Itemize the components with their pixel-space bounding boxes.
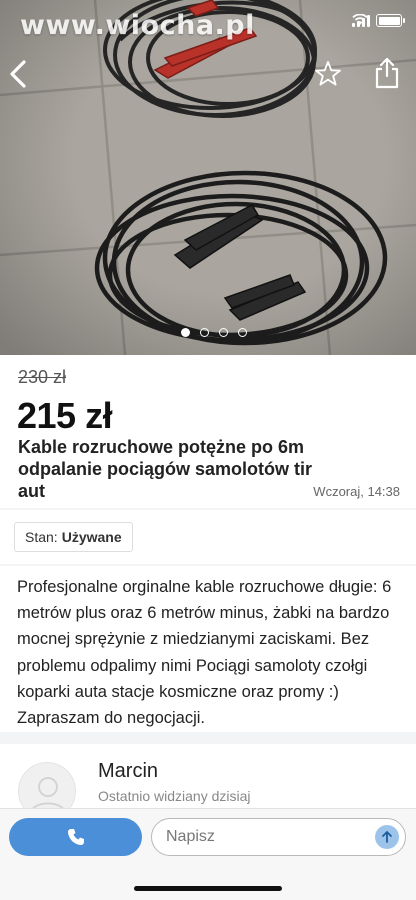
chevron-left-icon	[10, 60, 26, 88]
status-bar: www.wiocha.pl	[0, 0, 416, 41]
gallery-dot-active[interactable]	[181, 328, 190, 337]
price: 215 zł	[17, 395, 113, 436]
back-button[interactable]	[4, 56, 32, 92]
message-box[interactable]	[151, 818, 406, 856]
seller-card[interactable]: Marcin Ostatnio widziany dzisiaj	[0, 744, 416, 814]
home-indicator	[134, 886, 282, 891]
call-button[interactable]	[9, 818, 142, 856]
star-outline-icon	[315, 61, 341, 86]
wifi-icon	[352, 14, 368, 25]
phone-icon	[67, 829, 84, 845]
gallery-pagination[interactable]	[0, 328, 416, 337]
message-input[interactable]	[166, 819, 366, 855]
condition-tag: Stan: Używane	[14, 522, 133, 552]
seller-last-seen: Ostatnio widziany dzisiaj	[98, 788, 251, 804]
description-section: Profesjonalne orginalne kable rozruchowe…	[0, 566, 416, 732]
condition-section: Stan: Używane	[0, 510, 416, 564]
favorite-button[interactable]	[312, 58, 344, 90]
share-button[interactable]	[372, 56, 402, 90]
user-silhouette-icon	[31, 777, 65, 812]
contact-bar	[0, 808, 416, 900]
listing-summary: 230 zł 215 zł Kable rozruchowe potężne p…	[0, 355, 416, 508]
gallery-dot[interactable]	[219, 328, 228, 337]
battery-icon	[376, 14, 405, 27]
gallery-dot[interactable]	[238, 328, 247, 337]
photo-gallery[interactable]: www.wiocha.pl	[0, 0, 416, 355]
condition-label: Stan:	[25, 529, 58, 545]
old-price: 230 zł	[18, 367, 67, 387]
send-button[interactable]	[375, 825, 399, 849]
gallery-dot[interactable]	[200, 328, 209, 337]
watermark-text: www.wiocha.pl	[20, 10, 255, 41]
listing-screen: www.wiocha.pl 230 zł 215 zł Kable rozruc…	[0, 0, 416, 900]
condition-value: Używane	[61, 529, 122, 545]
posted-date: Wczoraj, 14:38	[313, 484, 400, 499]
listing-title: Kable rozruchowe potężne po 6m odpalanie…	[18, 437, 313, 501]
seller-name: Marcin	[98, 760, 159, 782]
description-text: Profesjonalne orginalne kable rozruchowe…	[17, 578, 392, 728]
listing-photo	[0, 0, 416, 355]
status-icons	[352, 14, 405, 27]
arrow-up-icon	[382, 831, 392, 843]
avatar	[18, 762, 76, 814]
share-icon	[375, 57, 399, 89]
